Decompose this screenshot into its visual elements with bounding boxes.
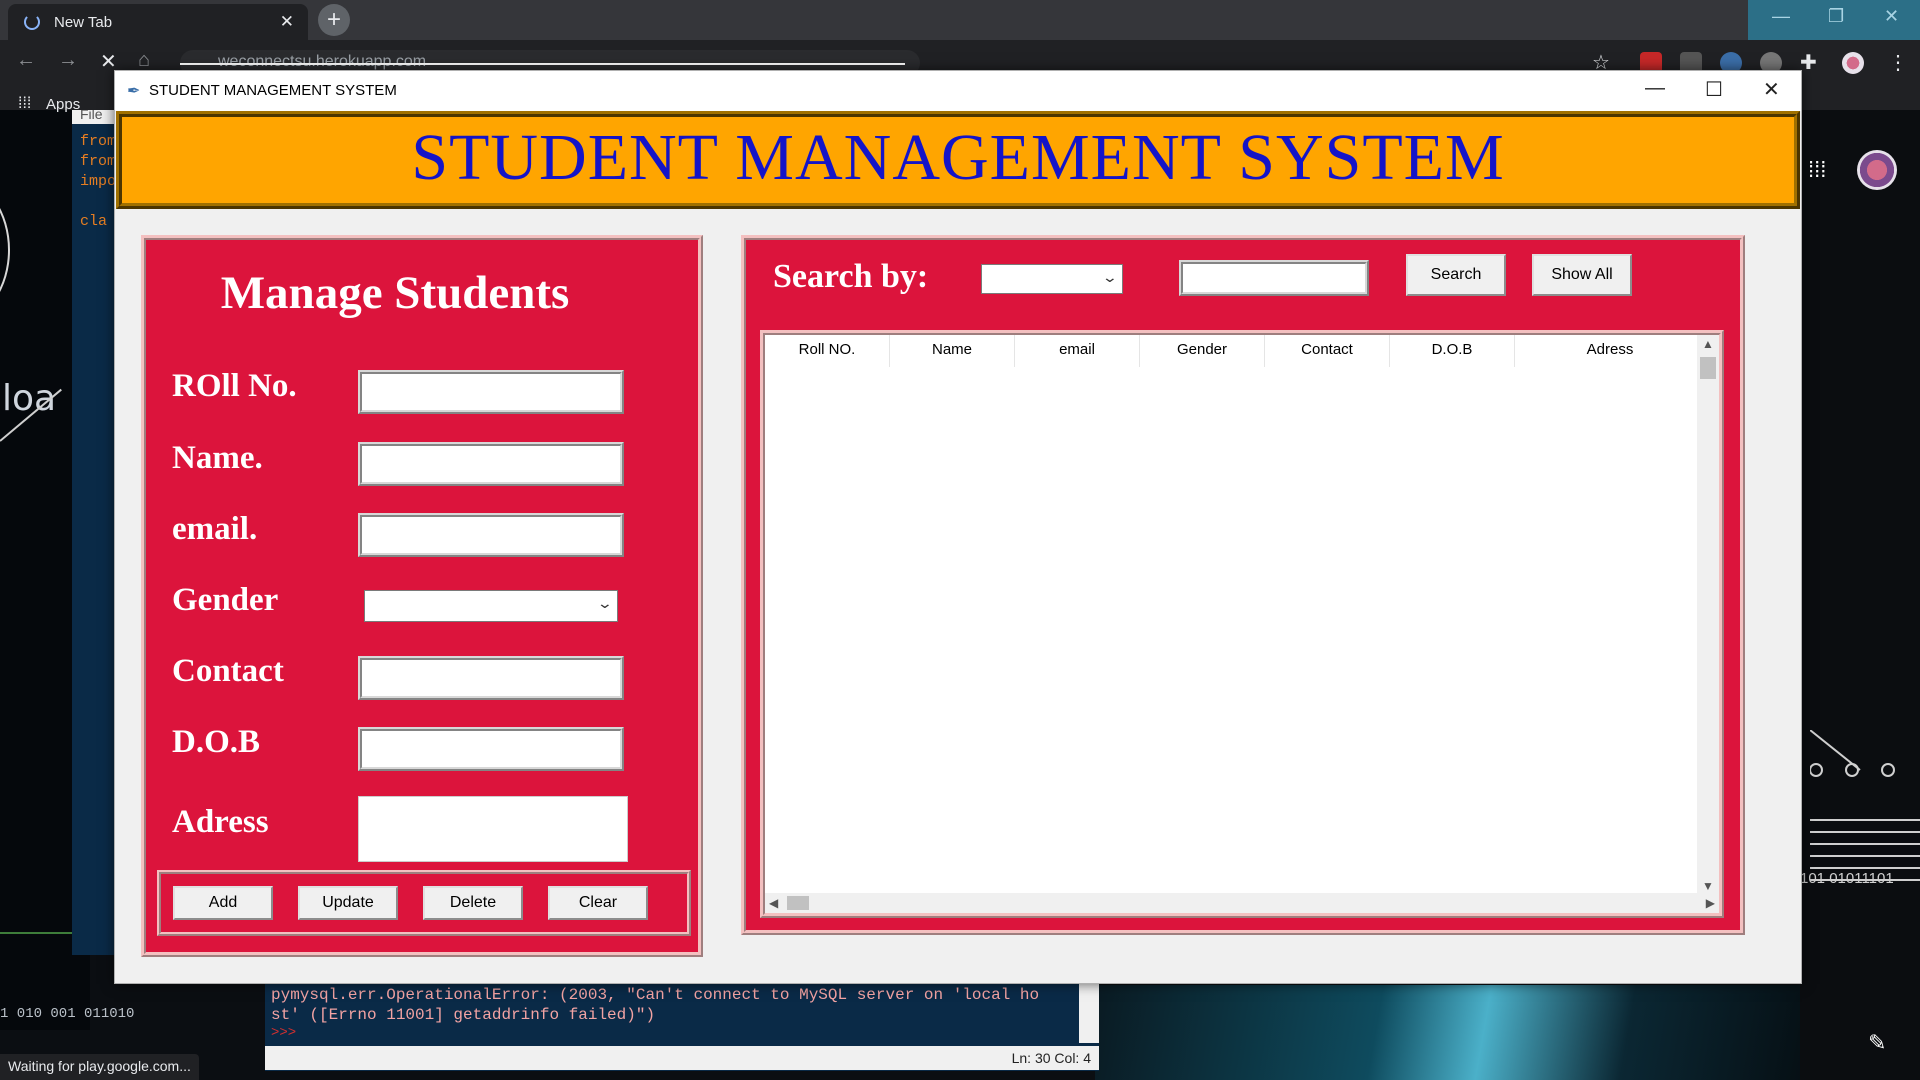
dob-input[interactable] [358,727,624,771]
column-header-gender[interactable]: Gender [1140,335,1265,367]
email-label: email. [172,511,258,547]
tk-feather-icon: ✒ [127,83,141,100]
profile-icon[interactable] [1842,52,1864,74]
page-loading-bar [180,63,905,65]
scroll-up-icon[interactable]: ▲ [1702,337,1714,351]
home-icon[interactable]: ⌂ [138,49,150,72]
shell-scrollbar[interactable] [1079,983,1099,1043]
delete-button[interactable]: Delete [423,886,523,920]
column-header-dob[interactable]: D.O.B [1390,335,1515,367]
clear-button[interactable]: Clear [548,886,648,920]
chevron-down-icon[interactable]: ⌄ [1102,269,1118,286]
google-avatar[interactable] [1857,150,1897,190]
detail-frame: Search by: ⌄ Search Show All Roll NO. Na… [741,235,1745,935]
table-header: Roll NO. Name email Gender Contact D.O.B… [765,335,1679,367]
name-input[interactable] [358,442,624,486]
gender-label: Gender [172,582,279,618]
column-header-name[interactable]: Name [890,335,1015,367]
search-input[interactable] [1179,260,1369,296]
new-tab-button[interactable]: + [318,4,350,36]
google-apps-icon[interactable]: ⁞⁞⁞ [1808,157,1826,183]
browser-restore-icon[interactable]: ❐ [1828,6,1844,27]
table-vertical-scrollbar[interactable]: ▲ ▼ [1697,335,1719,895]
browser-tab-bar: New Tab ✕ + — ❐ ✕ [0,0,1920,40]
roll-no-input[interactable] [358,370,624,414]
window-title: STUDENT MANAGEMENT SYSTEM [149,82,397,99]
show-all-button[interactable]: Show All [1532,254,1632,296]
code-editor-window[interactable]: from from impo cla [72,100,116,955]
email-input[interactable] [358,513,624,557]
contact-label: Contact [172,653,284,689]
browser-tab[interactable]: New Tab ✕ [8,4,308,40]
column-header-roll[interactable]: Roll NO. [765,335,890,367]
search-button[interactable]: Search [1406,254,1506,296]
apps-grid-icon[interactable]: ⁞⁞⁞ [18,95,31,113]
address-textarea[interactable] [358,796,628,862]
loading-spinner-icon [24,14,40,30]
tab-title: New Tab [54,14,113,31]
search-by-select[interactable]: ⌄ [981,264,1123,294]
manage-students-frame: Manage Students ROll No. Name. email. Ge… [141,235,703,957]
student-management-window: ✒ STUDENT MANAGEMENT SYSTEM — ☐ ✕ STUDEN… [114,70,1802,984]
update-button[interactable]: Update [298,886,398,920]
address-label: Adress [172,804,269,840]
browser-window-controls: — ❐ ✕ [1748,0,1920,40]
chevron-down-icon[interactable]: ⌄ [597,595,613,612]
desktop-background-right [1800,60,1920,1080]
back-icon[interactable]: ← [16,49,36,72]
name-label: Name. [172,440,263,476]
forward-icon[interactable]: → [58,49,78,72]
manage-students-title: Manage Students [220,267,570,319]
app-title: STUDENT MANAGEMENT SYSTEM [411,121,1505,194]
shell-error-output: pymysql.err.OperationalError: (2003, "Ca… [271,986,1049,1024]
search-by-label: Search by: [773,258,929,295]
roll-no-label: ROll No. [172,368,297,404]
contact-input[interactable] [358,656,624,700]
desktop-wallpaper-art [1095,985,1800,1080]
pencil-icon[interactable]: ✎ [1868,1030,1886,1056]
shell-prompt: >>> [271,1025,297,1041]
extensions-puzzle-icon[interactable]: ✚ [1800,50,1817,75]
desktop-binary-text-left: 1 010 001 011010 [0,1006,135,1022]
browser-minimize-icon[interactable]: — [1772,6,1790,27]
browser-status-bubble: Waiting for play.google.com... [0,1054,199,1080]
column-header-contact[interactable]: Contact [1265,335,1390,367]
horizontal-scroll-thumb[interactable] [787,896,809,910]
window-maximize-button[interactable]: ☐ [1705,77,1723,102]
desktop-green-line [0,932,72,934]
desktop-binary-text-right: 101 01011101 [1800,870,1894,887]
shell-status-bar: Ln: 30 Col: 4 [265,1046,1099,1070]
window-minimize-button[interactable]: — [1645,77,1665,100]
column-header-email[interactable]: email [1015,335,1140,367]
vertical-scroll-thumb[interactable] [1700,357,1716,379]
browser-close-icon[interactable]: ✕ [1884,6,1899,27]
button-frame: Add Update Delete Clear [157,870,691,936]
add-button[interactable]: Add [173,886,273,920]
circuit-graphic [1810,730,1920,881]
chrome-menu-icon[interactable]: ⋮ [1888,50,1908,75]
scroll-right-icon[interactable]: ▶ [1706,896,1715,910]
header-banner: STUDENT MANAGEMENT SYSTEM [116,111,1800,209]
scroll-left-icon[interactable]: ◀ [769,896,778,910]
tab-close-icon[interactable]: ✕ [280,12,294,32]
dob-label: D.O.B [172,724,261,760]
table-horizontal-scrollbar[interactable]: ◀ ▶ [765,893,1719,913]
apps-bookmark[interactable]: Apps [46,96,80,113]
window-close-button[interactable]: ✕ [1763,77,1780,102]
student-table[interactable]: Roll NO. Name email Gender Contact D.O.B… [760,330,1724,918]
window-titlebar[interactable]: ✒ STUDENT MANAGEMENT SYSTEM — ☐ ✕ [115,71,1801,111]
scroll-down-icon[interactable]: ▼ [1702,879,1714,893]
column-header-address[interactable]: Adress [1515,335,1705,367]
gender-select[interactable]: ⌄ [364,590,618,622]
